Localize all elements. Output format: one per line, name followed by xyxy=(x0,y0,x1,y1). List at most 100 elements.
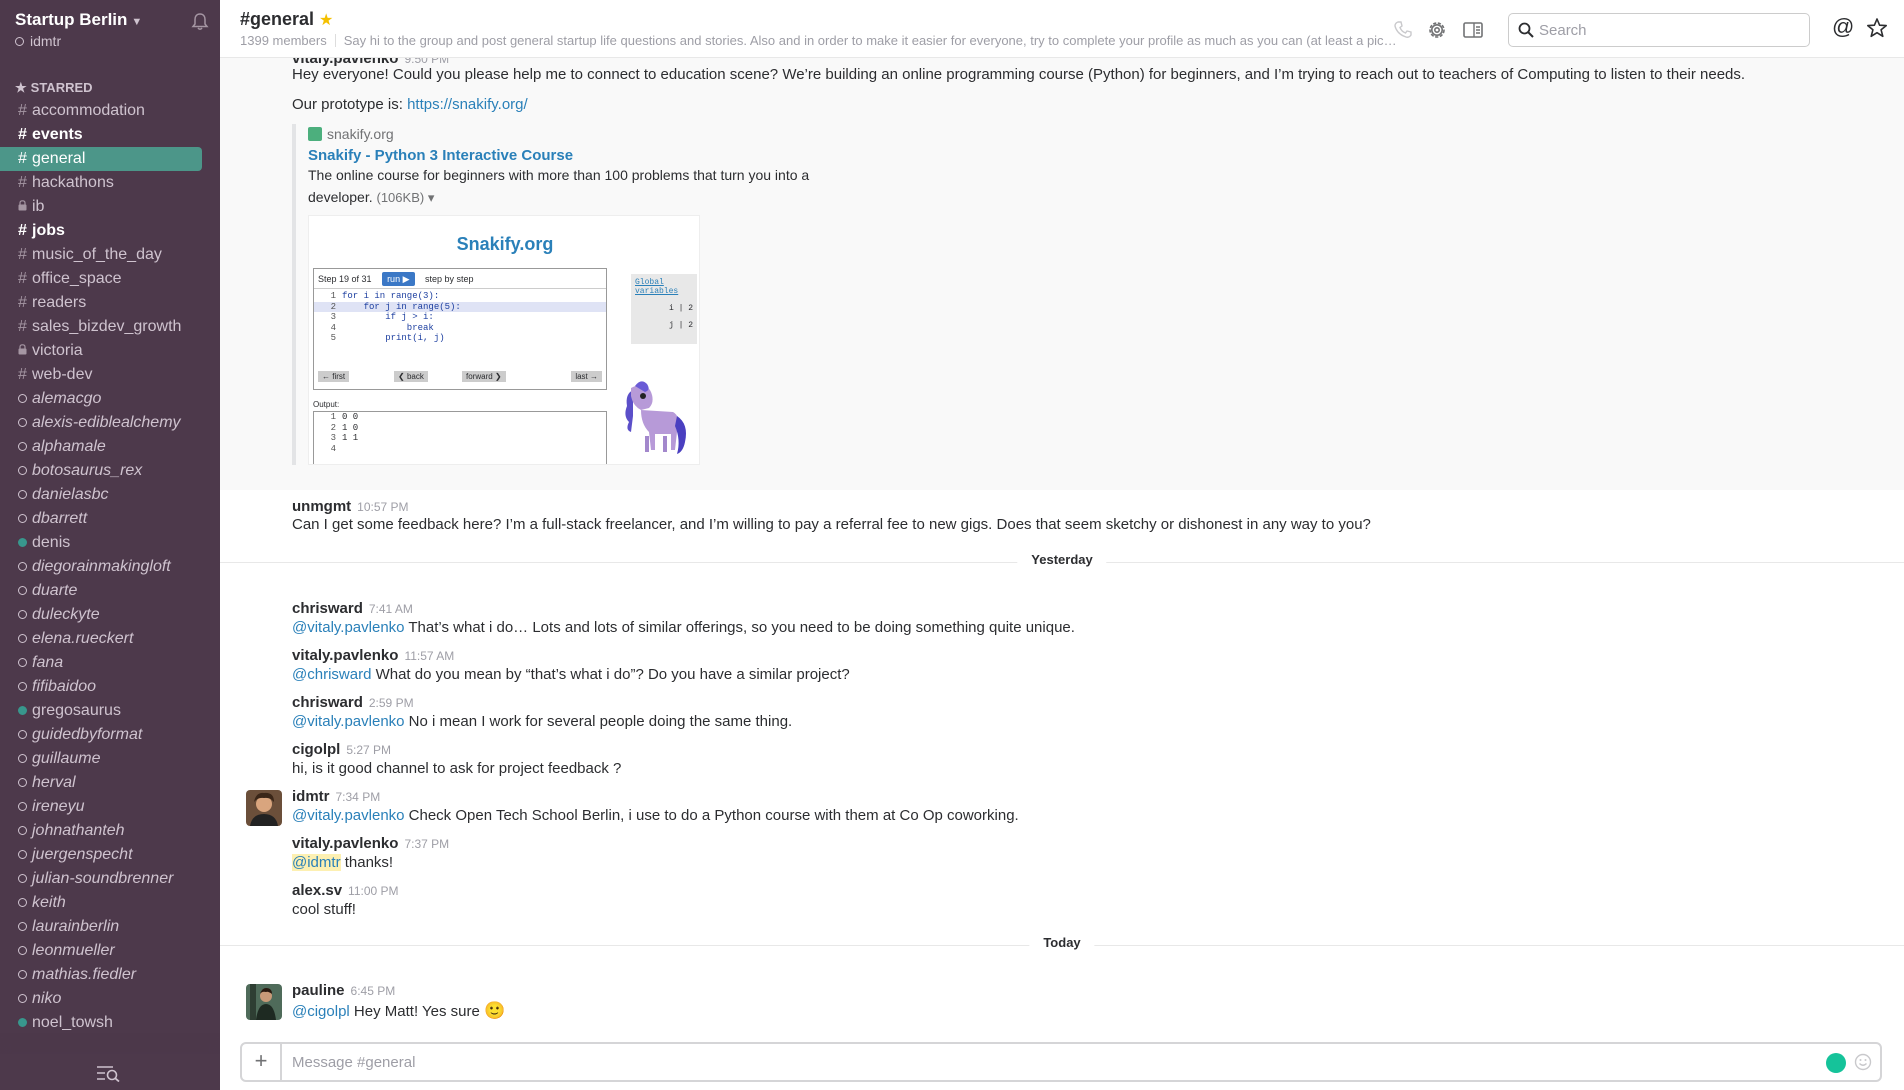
message[interactable]: cigolpl 5:27 PM hi, is it good channel to… xyxy=(220,741,1904,781)
user-mention[interactable]: @vitaly.pavlenko xyxy=(292,713,405,730)
current-user[interactable]: idmtr xyxy=(15,33,61,49)
sidebar-item-victoria[interactable]: victoria xyxy=(0,339,220,363)
prototype-link[interactable]: https://snakify.org/ xyxy=(407,96,528,113)
author-name[interactable]: vitaly.pavlenko xyxy=(292,835,398,852)
message[interactable]: vitaly.pavlenko 11:57 AM @chrisward What … xyxy=(220,647,1904,687)
sidebar-item-fana[interactable]: fana xyxy=(0,651,220,675)
user-mention[interactable]: @cigolpl xyxy=(292,1003,350,1020)
sidebar-item-juergenspecht[interactable]: juergenspecht xyxy=(0,843,220,867)
quick-switcher-icon[interactable] xyxy=(96,1064,122,1082)
search-input[interactable] xyxy=(1539,20,1799,40)
message-time[interactable]: 7:41 AM xyxy=(369,602,413,616)
message-time[interactable]: 11:57 AM xyxy=(404,649,454,663)
message-input[interactable] xyxy=(292,1052,1792,1072)
message-pane[interactable]: vitaly.pavlenko 9:50 PM Hey everyone! Cou… xyxy=(220,58,1904,1038)
sidebar-item-office-space[interactable]: # office_space xyxy=(0,267,220,291)
message[interactable]: unmgmt 10:57 PM Can I get some feedback h… xyxy=(220,498,1904,538)
sidebar-item-accommodation[interactable]: # accommodation xyxy=(0,99,220,123)
sidebar-item-denis[interactable]: denis xyxy=(0,531,220,555)
message-author[interactable]: idmtr 7:34 PM xyxy=(292,788,380,805)
message[interactable]: vitaly.pavlenko 9:50 PM Hey everyone! Cou… xyxy=(220,58,1904,490)
message-author[interactable]: unmgmt 10:57 PM xyxy=(292,498,409,515)
sidebar-item-johnathanteh[interactable]: johnathanteh xyxy=(0,819,220,843)
chevron-down-icon[interactable]: ▼ xyxy=(131,16,142,28)
message-time[interactable]: 9:50 PM xyxy=(404,58,449,66)
phone-icon[interactable] xyxy=(1392,19,1414,41)
plus-icon[interactable]: + xyxy=(242,1044,282,1080)
message-time[interactable]: 5:27 PM xyxy=(346,743,391,757)
caret-down-icon[interactable]: ▾ xyxy=(424,190,435,205)
message[interactable]: alex.sv 11:00 PM cool stuff! xyxy=(220,882,1904,922)
sidebar-toggle-icon[interactable] xyxy=(1462,19,1484,41)
message[interactable]: chrisward 7:41 AM @vitaly.pavlenko That’s… xyxy=(220,600,1904,640)
sidebar-item-alemacgo[interactable]: alemacgo xyxy=(0,387,220,411)
message-author[interactable]: vitaly.pavlenko 7:37 PM xyxy=(292,835,449,852)
gear-icon[interactable] xyxy=(1426,19,1448,41)
message-author[interactable]: chrisward 7:41 AM xyxy=(292,600,413,617)
sidebar-item-events[interactable]: # events xyxy=(0,123,220,147)
sidebar-item-gregosaurus[interactable]: gregosaurus xyxy=(0,699,220,723)
at-mention-icon[interactable]: @ xyxy=(1832,16,1854,38)
message-time[interactable]: 6:45 PM xyxy=(351,984,396,998)
message-time[interactable]: 7:37 PM xyxy=(404,837,449,851)
channel-title[interactable]: #general xyxy=(240,9,314,30)
sidebar-item-laurainberlin[interactable]: laurainberlin xyxy=(0,915,220,939)
sidebar-item-fifibaidoo[interactable]: fifibaidoo xyxy=(0,675,220,699)
sidebar-item-music-of-the-day[interactable]: # music_of_the_day xyxy=(0,243,220,267)
message-author[interactable]: cigolpl 5:27 PM xyxy=(292,741,391,758)
message-time[interactable]: 2:59 PM xyxy=(369,696,414,710)
sidebar-item-dbarrett[interactable]: dbarrett xyxy=(0,507,220,531)
team-menu[interactable]: Startup Berlin ▼ xyxy=(15,10,210,30)
star-outline-icon[interactable] xyxy=(1866,17,1888,39)
message[interactable]: chrisward 2:59 PM @vitaly.pavlenko No i m… xyxy=(220,694,1904,734)
sidebar-item-julian-soundbrenner[interactable]: julian-soundbrenner xyxy=(0,867,220,891)
message[interactable]: idmtr 7:34 PM @vitaly.pavlenko Check Open… xyxy=(220,788,1904,828)
bell-icon[interactable] xyxy=(190,12,210,32)
sidebar-item-botosaurus-rex[interactable]: botosaurus_rex xyxy=(0,459,220,483)
author-name[interactable]: chrisward xyxy=(292,600,363,617)
attachment-size[interactable]: (106KB) xyxy=(377,190,425,205)
user-mention-highlighted[interactable]: @idmtr xyxy=(292,854,341,871)
message-author[interactable]: pauline 6:45 PM xyxy=(292,982,395,999)
author-name[interactable]: unmgmt xyxy=(292,498,351,515)
team-name[interactable]: Startup Berlin xyxy=(15,10,127,30)
avatar[interactable] xyxy=(246,790,282,826)
author-name[interactable]: alex.sv xyxy=(292,882,342,899)
sidebar-item-elena-rueckert[interactable]: elena.rueckert xyxy=(0,627,220,651)
author-name[interactable]: chrisward xyxy=(292,694,363,711)
sidebar-item-mathias-fiedler[interactable]: mathias.fiedler xyxy=(0,963,220,987)
sidebar-item-danielasbc[interactable]: danielasbc xyxy=(0,483,220,507)
user-mention[interactable]: @vitaly.pavlenko xyxy=(292,619,405,636)
sidebar-item-hackathons[interactable]: # hackathons xyxy=(0,171,220,195)
sidebar-item-duarte[interactable]: duarte xyxy=(0,579,220,603)
sidebar-item-leonmueller[interactable]: leonmueller xyxy=(0,939,220,963)
sidebar-item-noel-towsh[interactable]: noel_towsh xyxy=(0,1011,220,1035)
author-name[interactable]: idmtr xyxy=(292,788,330,805)
message-author[interactable]: alex.sv 11:00 PM xyxy=(292,882,399,899)
message-time[interactable]: 10:57 PM xyxy=(357,500,408,514)
sidebar-item-alexis-ediblealchemy[interactable]: alexis-ediblealchemy xyxy=(0,411,220,435)
sidebar-item-duleckyte[interactable]: duleckyte xyxy=(0,603,220,627)
sidebar-item-guillaume[interactable]: guillaume xyxy=(0,747,220,771)
message-time[interactable]: 7:34 PM xyxy=(336,790,381,804)
sidebar-item-web-dev[interactable]: # web-dev xyxy=(0,363,220,387)
search-box[interactable] xyxy=(1508,13,1810,47)
author-name[interactable]: cigolpl xyxy=(292,741,340,758)
avatar[interactable] xyxy=(246,984,282,1020)
attachment-preview-image[interactable]: Snakify.org Step 19 of 31 run ▶ step by … xyxy=(308,215,700,465)
sidebar-item-guidedbyformat[interactable]: guidedbyformat xyxy=(0,723,220,747)
sidebar-item-alphamale[interactable]: alphamale xyxy=(0,435,220,459)
user-mention[interactable]: @chrisward xyxy=(292,666,371,683)
author-name[interactable]: vitaly.pavlenko xyxy=(292,647,398,664)
sidebar-item-readers[interactable]: # readers xyxy=(0,291,220,315)
message[interactable]: vitaly.pavlenko 7:37 PM @idmtr thanks! xyxy=(220,835,1904,875)
sidebar-item-ireneyu[interactable]: ireneyu xyxy=(0,795,220,819)
emoji-icon[interactable] xyxy=(1854,1053,1872,1071)
message-time[interactable]: 11:00 PM xyxy=(348,884,398,898)
sidebar-item-niko[interactable]: niko xyxy=(0,987,220,1011)
sidebar-item-general[interactable]: # general xyxy=(0,147,202,171)
message-author[interactable]: chrisward 2:59 PM xyxy=(292,694,414,711)
grammarly-icon[interactable] xyxy=(1826,1053,1846,1073)
member-count[interactable]: 1399 members xyxy=(240,33,327,48)
sidebar-item-herval[interactable]: herval xyxy=(0,771,220,795)
